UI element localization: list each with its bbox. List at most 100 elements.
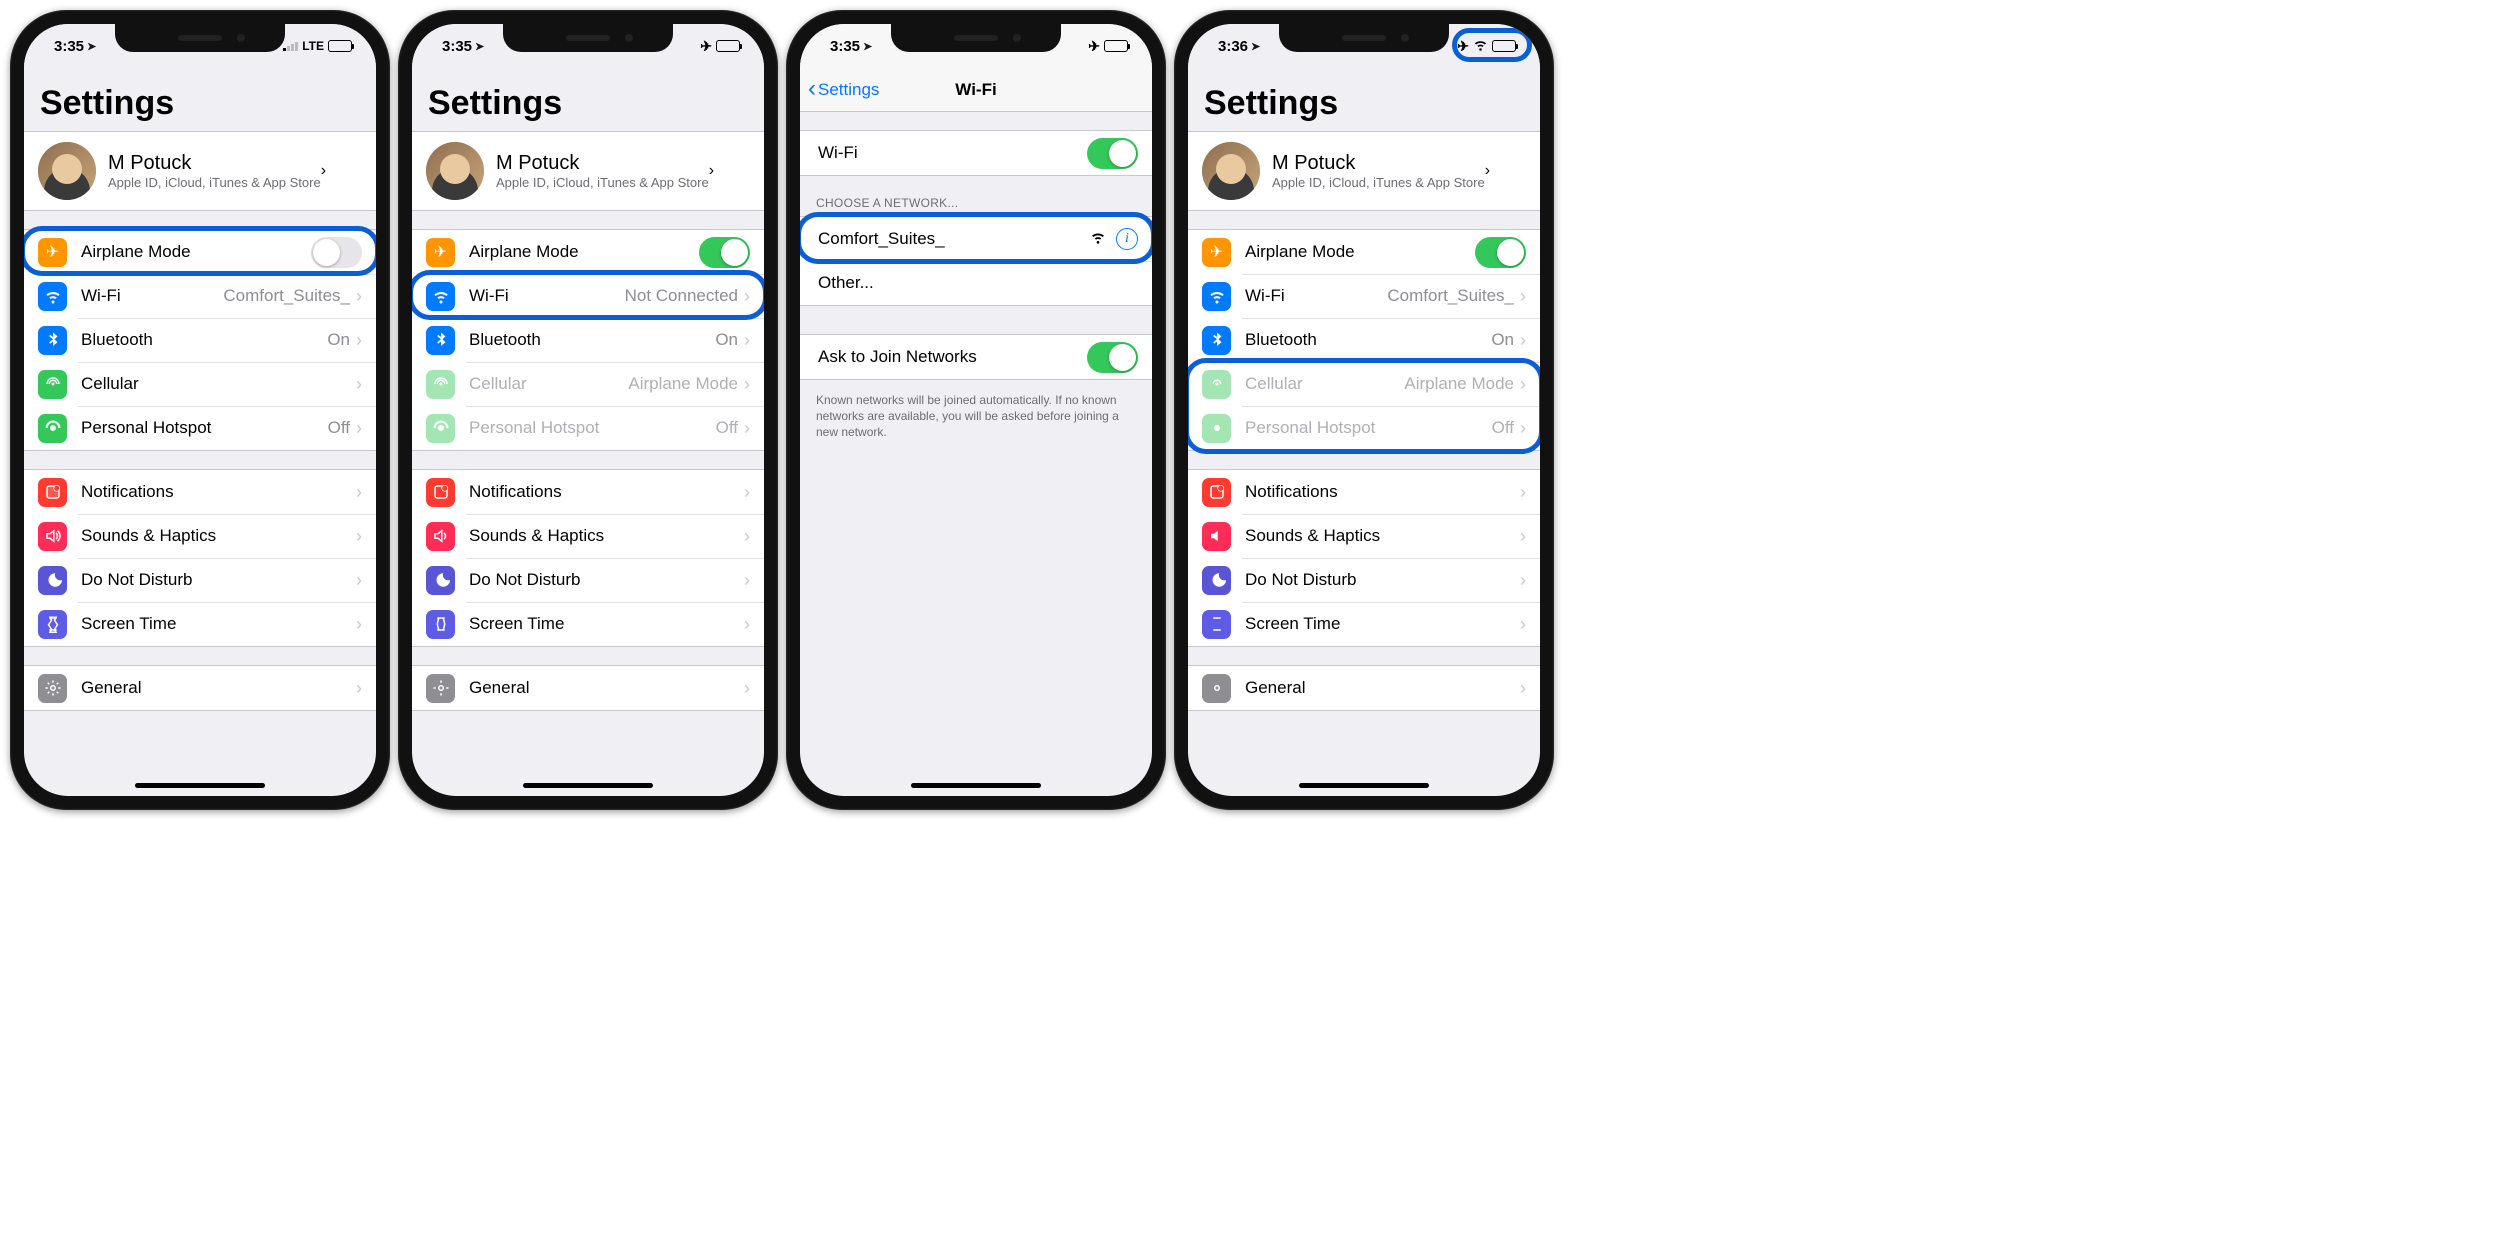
location-icon: ➤ xyxy=(863,40,872,53)
screen: 3:36 ➤ ✈ Settings M Potuck Apple ID, iCl… xyxy=(1188,24,1540,796)
bluetooth-label: Bluetooth xyxy=(81,330,153,350)
airplane-status-icon: ✈ xyxy=(700,38,712,55)
wifi-value: Comfort_Suites_ xyxy=(1387,286,1514,306)
avatar xyxy=(426,142,484,200)
chevron-icon: › xyxy=(356,418,362,439)
dnd-row[interactable]: Do Not Disturb› xyxy=(1188,558,1540,602)
home-indicator[interactable] xyxy=(523,783,653,788)
home-indicator[interactable] xyxy=(1299,783,1429,788)
notifications-row[interactable]: Notifications › xyxy=(24,470,376,514)
screentime-row[interactable]: Screen Time› xyxy=(412,602,764,646)
apple-id-row[interactable]: M Potuck Apple ID, iCloud, iTunes & App … xyxy=(412,132,764,210)
home-indicator[interactable] xyxy=(911,783,1041,788)
cellular-row[interactable]: Cellular › xyxy=(24,362,376,406)
airplane-toggle[interactable] xyxy=(311,237,362,268)
profile-sub: Apple ID, iCloud, iTunes & App Store xyxy=(1272,175,1485,190)
hotspot-row[interactable]: Personal Hotspot Off › xyxy=(412,406,764,450)
chevron-icon: › xyxy=(744,330,750,351)
screentime-row[interactable]: Screen Time› xyxy=(1188,602,1540,646)
sounds-label: Sounds & Haptics xyxy=(81,526,216,546)
dnd-row[interactable]: Do Not Disturb › xyxy=(24,558,376,602)
airplane-toggle[interactable] xyxy=(699,237,750,268)
cellular-row[interactable]: Cellular Airplane Mode › xyxy=(412,362,764,406)
battery-icon xyxy=(1492,40,1516,52)
wifi-signal-icon xyxy=(1090,229,1106,249)
other-network-row[interactable]: Other... xyxy=(800,261,1152,305)
bluetooth-row[interactable]: Bluetooth On › xyxy=(412,318,764,362)
wifi-row[interactable]: Wi-Fi Not Connected › xyxy=(412,274,764,318)
bluetooth-value: On xyxy=(715,330,738,350)
wifi-settings[interactable]: Wi-Fi CHOOSE A NETWORK... Comfort_Suites… xyxy=(800,112,1152,796)
settings-list[interactable]: M Potuck Apple ID, iCloud, iTunes & App … xyxy=(24,131,376,796)
chevron-icon: › xyxy=(744,374,750,395)
general-row[interactable]: General› xyxy=(1188,666,1540,710)
wifi-toggle[interactable] xyxy=(1087,138,1138,169)
chevron-left-icon: ‹ xyxy=(808,77,816,101)
wifi-label: Wi-Fi xyxy=(818,143,858,163)
notch xyxy=(1279,24,1449,52)
status-time: 3:35 xyxy=(830,38,860,55)
profile-name: M Potuck xyxy=(1272,152,1485,175)
home-indicator[interactable] xyxy=(135,783,265,788)
chevron-icon: › xyxy=(744,526,750,547)
cellular-row[interactable]: Cellular Airplane Mode › xyxy=(1188,362,1540,406)
chevron-icon: › xyxy=(744,570,750,591)
sounds-icon xyxy=(1202,522,1231,551)
chevron-icon: › xyxy=(1485,162,1490,180)
cellular-label: Cellular xyxy=(81,374,139,394)
cell-signal-icon xyxy=(283,41,298,51)
bluetooth-label: Bluetooth xyxy=(469,330,541,350)
airplane-label: Airplane Mode xyxy=(1245,242,1355,262)
chevron-icon: › xyxy=(321,162,326,180)
notch xyxy=(115,24,285,52)
phone-3: 3:35 ➤ ✈ ‹Settings Wi-Fi Wi-Fi CHOOSE A … xyxy=(786,10,1166,810)
ask-join-row[interactable]: Ask to Join Networks xyxy=(800,335,1152,379)
airplane-mode-row[interactable]: ✈ Airplane Mode xyxy=(412,230,764,274)
settings-list[interactable]: M Potuck Apple ID, iCloud, iTunes & App … xyxy=(1188,131,1540,796)
general-row[interactable]: General › xyxy=(24,666,376,710)
cellular-label: Cellular xyxy=(1245,374,1303,394)
battery-icon xyxy=(1104,40,1128,52)
hotspot-value: Off xyxy=(1492,418,1514,438)
chevron-icon: › xyxy=(1520,330,1526,351)
status-time: 3:35 xyxy=(54,38,84,55)
general-row[interactable]: General› xyxy=(412,666,764,710)
wifi-row[interactable]: Wi-Fi Comfort_Suites_ › xyxy=(1188,274,1540,318)
cellular-value: Airplane Mode xyxy=(628,374,738,394)
bluetooth-row[interactable]: Bluetooth On › xyxy=(24,318,376,362)
cellular-value: Airplane Mode xyxy=(1404,374,1514,394)
choose-network-header: CHOOSE A NETWORK... xyxy=(800,190,1152,216)
sounds-row[interactable]: Sounds & Haptics › xyxy=(24,514,376,558)
dnd-icon xyxy=(1202,566,1231,595)
dnd-row[interactable]: Do Not Disturb› xyxy=(412,558,764,602)
hotspot-row[interactable]: Personal Hotspot Off › xyxy=(1188,406,1540,450)
general-icon xyxy=(1202,674,1231,703)
back-button[interactable]: ‹Settings xyxy=(808,79,879,101)
hotspot-row[interactable]: Personal Hotspot Off › xyxy=(24,406,376,450)
profile-sub: Apple ID, iCloud, iTunes & App Store xyxy=(108,175,321,190)
sounds-row[interactable]: Sounds & Haptics› xyxy=(412,514,764,558)
wifi-row[interactable]: Wi-Fi Comfort_Suites_ › xyxy=(24,274,376,318)
screentime-row[interactable]: Screen Time › xyxy=(24,602,376,646)
chevron-icon: › xyxy=(744,286,750,307)
notifications-row[interactable]: Notifications› xyxy=(412,470,764,514)
cellular-icon xyxy=(38,370,67,399)
screentime-icon xyxy=(1202,610,1231,639)
avatar xyxy=(1202,142,1260,200)
apple-id-row[interactable]: M Potuck Apple ID, iCloud, iTunes & App … xyxy=(1188,132,1540,210)
airplane-toggle[interactable] xyxy=(1475,237,1526,268)
bluetooth-icon xyxy=(1202,326,1231,355)
wifi-toggle-row[interactable]: Wi-Fi xyxy=(800,131,1152,175)
chevron-icon: › xyxy=(1520,482,1526,503)
info-button[interactable]: i xyxy=(1116,228,1138,250)
apple-id-row[interactable]: M Potuck Apple ID, iCloud, iTunes & App … xyxy=(24,132,376,210)
network-row[interactable]: Comfort_Suites_ i xyxy=(800,217,1152,261)
chevron-icon: › xyxy=(356,678,362,699)
settings-list[interactable]: M Potuck Apple ID, iCloud, iTunes & App … xyxy=(412,131,764,796)
sounds-row[interactable]: Sounds & Haptics› xyxy=(1188,514,1540,558)
ask-toggle[interactable] xyxy=(1087,342,1138,373)
airplane-mode-row[interactable]: ✈ Airplane Mode xyxy=(1188,230,1540,274)
airplane-mode-row[interactable]: ✈ Airplane Mode xyxy=(24,230,376,274)
bluetooth-row[interactable]: Bluetooth On › xyxy=(1188,318,1540,362)
notifications-row[interactable]: Notifications› xyxy=(1188,470,1540,514)
